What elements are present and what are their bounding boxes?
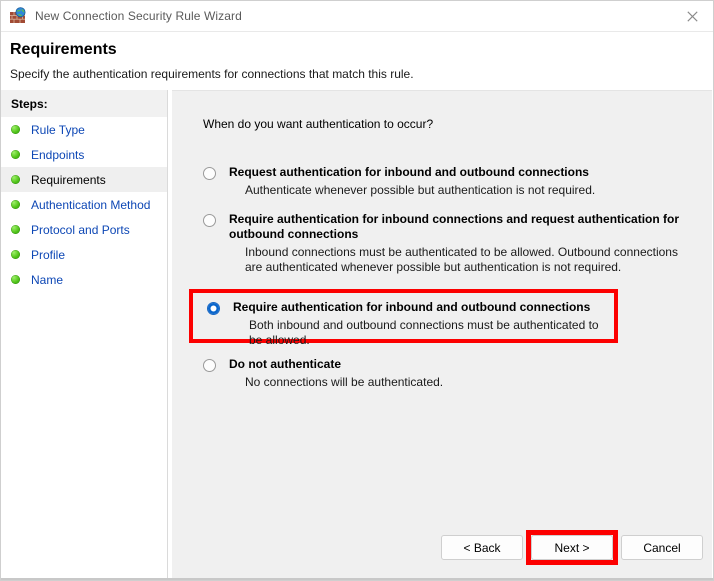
sidebar-item-label: Rule Type <box>31 122 85 137</box>
option-do-not-authenticate[interactable]: Do not authenticate No connections will … <box>203 357 694 390</box>
sidebar-item-label: Name <box>31 272 64 287</box>
options-group: Request authentication for inbound and o… <box>203 165 694 404</box>
option-require-inbound-and-outbound[interactable]: Require authentication for inbound and o… <box>207 300 608 348</box>
sidebar-item-rule-type[interactable]: Rule Type <box>1 117 167 142</box>
wizard-window: New Connection Security Rule Wizard Requ… <box>0 0 714 581</box>
cancel-button[interactable]: Cancel <box>621 535 703 560</box>
sidebar-item-authentication-method[interactable]: Authentication Method <box>1 192 167 217</box>
page-subtitle: Specify the authentication requirements … <box>10 67 414 81</box>
sidebar-item-endpoints[interactable]: Endpoints <box>1 142 167 167</box>
close-icon[interactable] <box>669 1 713 31</box>
option-title: Request authentication for inbound and o… <box>229 165 589 179</box>
step-bullet-icon <box>11 250 20 259</box>
sidebar-item-protocol-and-ports[interactable]: Protocol and Ports <box>1 217 167 242</box>
radio-request-authentication[interactable] <box>203 167 216 180</box>
sidebar-item-name[interactable]: Name <box>1 267 167 292</box>
option-request-authentication[interactable]: Request authentication for inbound and o… <box>203 165 694 198</box>
page-header: Requirements Specify the authentication … <box>1 31 713 88</box>
firewall-globe-icon <box>9 7 27 25</box>
question-label: When do you want authentication to occur… <box>203 117 434 131</box>
sidebar-item-label: Endpoints <box>31 147 85 162</box>
steps-sidebar: Steps: Rule Type Endpoints Requirements … <box>1 90 168 580</box>
option-description: No connections will be authenticated. <box>245 375 444 389</box>
sidebar-item-label: Profile <box>31 247 66 262</box>
option-require-inbound-request-outbound[interactable]: Require authentication for inbound conne… <box>203 212 694 275</box>
option-title: Do not authenticate <box>229 357 342 371</box>
step-bullet-icon <box>11 150 20 159</box>
radio-do-not-authenticate[interactable] <box>203 359 216 372</box>
footer-buttons: < Back Next > Cancel <box>172 520 712 578</box>
window-bottom-edge <box>1 578 713 580</box>
step-bullet-icon <box>11 275 20 284</box>
option-description: Both inbound and outbound connections mu… <box>249 318 599 347</box>
sidebar-item-label: Requirements <box>31 172 106 187</box>
step-bullet-icon <box>11 225 20 234</box>
window-title: New Connection Security Rule Wizard <box>35 9 242 23</box>
title-bar: New Connection Security Rule Wizard <box>1 1 713 31</box>
option-description: Inbound connections must be authenticate… <box>245 245 678 274</box>
sidebar-item-label: Authentication Method <box>31 197 151 212</box>
option-title: Require authentication for inbound and o… <box>233 300 591 314</box>
back-button[interactable]: < Back <box>441 535 523 560</box>
content-panel: When do you want authentication to occur… <box>172 90 712 578</box>
highlight-rectangle-selected-option: Require authentication for inbound and o… <box>189 289 618 347</box>
radio-require-inbound-and-outbound[interactable] <box>207 302 220 315</box>
option-title: Require authentication for inbound conne… <box>229 212 680 241</box>
step-bullet-icon <box>11 200 20 209</box>
close-glyph <box>686 10 698 22</box>
step-bullet-icon <box>11 175 20 184</box>
sidebar-item-label: Protocol and Ports <box>31 222 130 237</box>
radio-require-inbound-request-outbound[interactable] <box>203 214 216 227</box>
next-button[interactable]: Next > <box>531 535 613 560</box>
steps-heading: Steps: <box>1 90 167 117</box>
option-description: Authenticate whenever possible but authe… <box>245 183 596 197</box>
page-title: Requirements <box>10 41 117 58</box>
step-bullet-icon <box>11 125 20 134</box>
sidebar-item-profile[interactable]: Profile <box>1 242 167 267</box>
sidebar-item-requirements[interactable]: Requirements <box>1 167 167 192</box>
